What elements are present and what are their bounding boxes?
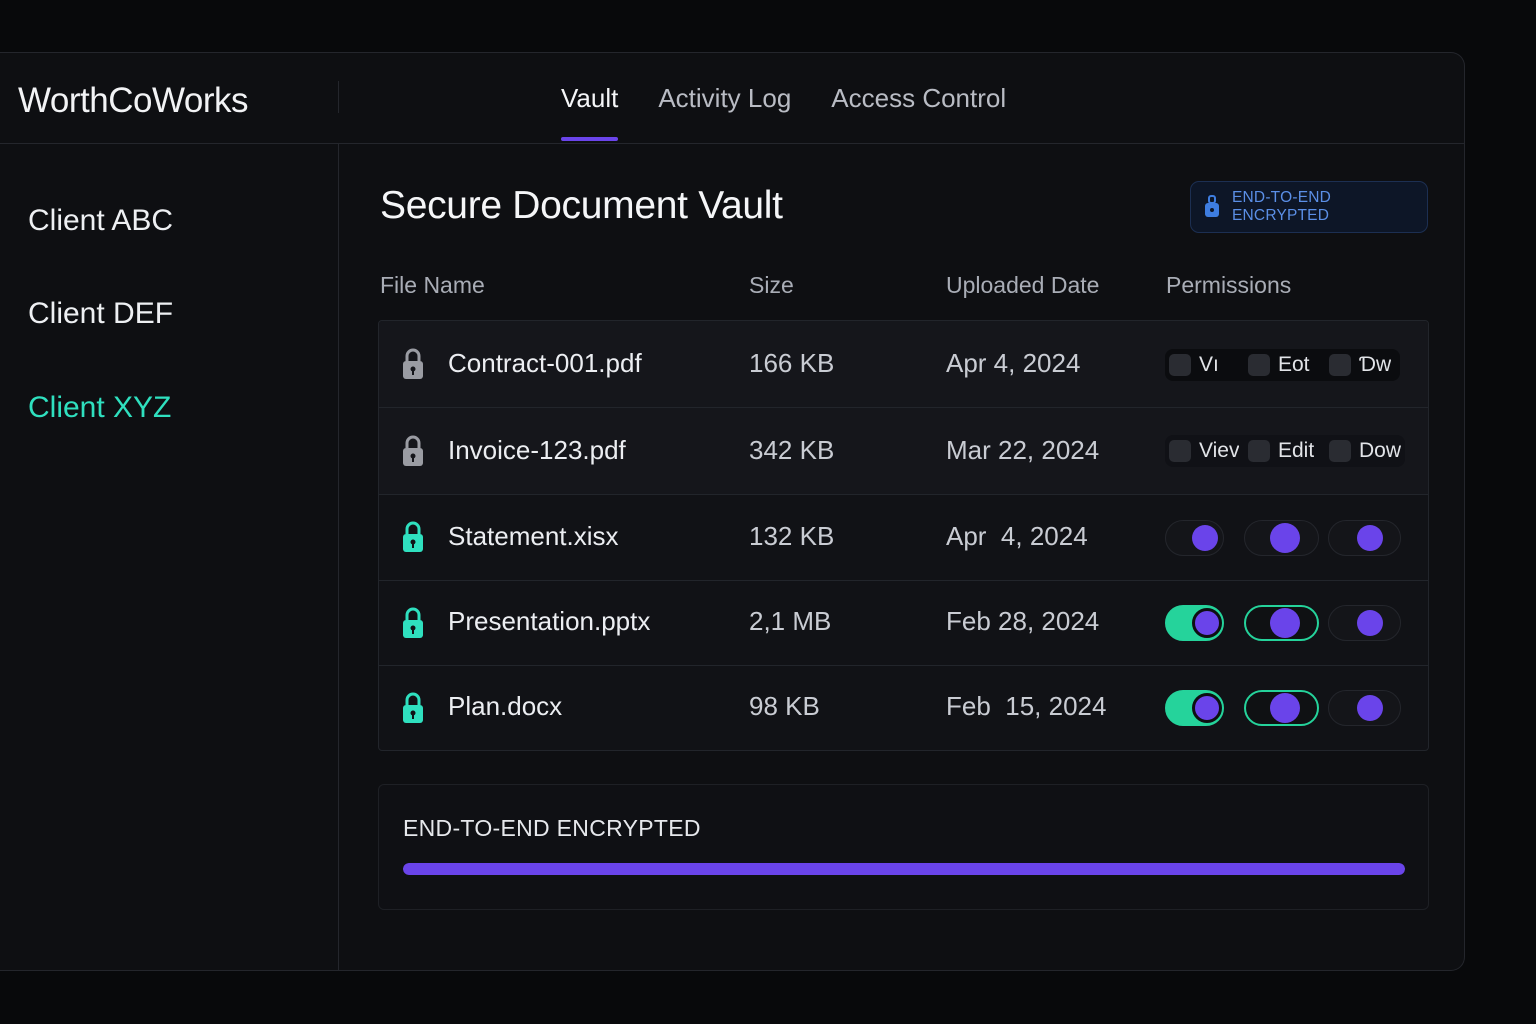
checkbox[interactable] [1248, 440, 1270, 462]
encryption-progress-fill [403, 863, 1405, 875]
edit-permission-checkbox[interactable]: Eot [1248, 349, 1310, 381]
lock-open-icon [401, 607, 425, 644]
permission-checkboxes: Viev Edit Dow [1165, 435, 1405, 467]
checkbox-label: Viev [1199, 439, 1240, 462]
column-header-permissions: Permissions [1166, 272, 1292, 298]
top-navigation-bar: WorthCoWorks Vault Activity Log Access C… [0, 53, 1464, 144]
checkbox[interactable] [1329, 354, 1351, 376]
checkbox[interactable] [1329, 440, 1351, 462]
sidebar-item-client-xyz[interactable]: Client XYZ [28, 391, 171, 425]
lock-open-icon [401, 521, 425, 558]
toggle-knob [1270, 693, 1300, 723]
table-row[interactable]: Statement.xisx 132 KB Apr 4, 2024 [379, 495, 1428, 581]
lock-closed-icon [401, 348, 425, 385]
download-permission-checkbox[interactable]: Ɗw [1329, 349, 1391, 381]
encryption-status-card: END-TO-END ENCRYPTED [378, 784, 1429, 910]
file-name[interactable]: Plan.docx [448, 691, 562, 722]
column-header-size[interactable]: Size [749, 272, 794, 299]
lock-icon [1204, 195, 1220, 219]
encryption-badge-label: END-TO-END ENCRYPTED [1232, 189, 1332, 224]
column-header-file-name[interactable]: File Name [380, 272, 485, 299]
file-size: 132 KB [749, 521, 835, 551]
encryption-status-label: END-TO-END ENCRYPTED [403, 815, 701, 841]
file-name[interactable]: Contract-001.pdf [448, 348, 642, 379]
view-permission-checkbox[interactable]: Viev [1169, 435, 1239, 467]
view-permission-toggle[interactable] [1165, 520, 1224, 556]
toggle-knob [1192, 693, 1222, 723]
view-permission-toggle[interactable] [1165, 605, 1224, 641]
view-permission-toggle[interactable] [1165, 690, 1224, 726]
tab-vault[interactable]: Vault [561, 53, 619, 144]
main-content: Secure Document Vault END-TO-END ENCRYPT… [339, 144, 1464, 970]
checkbox[interactable] [1169, 440, 1191, 462]
file-size: 342 KB [749, 435, 835, 465]
documents-table: Contract-001.pdf 166 KB Apr 4, 2024 Vı E… [378, 320, 1429, 751]
download-permission-toggle[interactable] [1328, 520, 1401, 556]
brand-divider [338, 81, 339, 113]
file-size: 98 KB [749, 691, 820, 721]
upload-date: Mar 22, 2024 [946, 435, 1100, 465]
download-permission-toggle[interactable] [1328, 690, 1401, 726]
file-name[interactable]: Presentation.pptx [448, 606, 650, 637]
checkbox-label: Ɗw [1359, 353, 1392, 376]
column-header-uploaded-date[interactable]: Uploaded Date [946, 272, 1099, 299]
toggle-knob [1270, 523, 1300, 553]
encryption-progress-bar [403, 863, 1405, 875]
page-title: Secure Document Vault [380, 184, 783, 227]
file-name[interactable]: Invoice-123.pdf [448, 435, 626, 466]
checkbox-label: Eot [1278, 353, 1310, 376]
table-row[interactable]: Plan.docx 98 KB Feb 15, 2024 [379, 666, 1428, 750]
tab-bar: Vault Activity Log Access Control [561, 53, 1046, 144]
file-size: 166 KB [749, 348, 835, 378]
sidebar-item-client-def[interactable]: Client DEF [28, 297, 173, 331]
edit-permission-toggle[interactable] [1244, 520, 1319, 556]
sidebar-item-client-abc[interactable]: Client ABC [28, 204, 173, 238]
upload-date: Feb 28, 2024 [946, 606, 1100, 636]
tab-activity-log[interactable]: Activity Log [658, 53, 791, 144]
checkbox-label: Dow [1359, 439, 1402, 462]
toggle-knob [1192, 608, 1222, 638]
lock-open-icon [401, 692, 425, 729]
file-name[interactable]: Statement.xisx [448, 521, 619, 552]
table-row[interactable]: Presentation.pptx 2,1 MB Feb 28, 2024 [379, 581, 1428, 666]
checkbox-label: Vı [1199, 353, 1219, 376]
edit-permission-checkbox[interactable]: Edit [1248, 435, 1314, 467]
download-permission-checkbox[interactable]: Dow [1329, 435, 1401, 467]
checkbox-label: Edit [1278, 439, 1315, 462]
download-permission-toggle[interactable] [1328, 605, 1401, 641]
client-sidebar: Client ABC Client DEF Client XYZ [0, 144, 339, 970]
upload-date: Apr 4, 2024 [946, 348, 1081, 378]
upload-date: Apr 4, 2024 [946, 521, 1088, 551]
toggle-knob [1357, 610, 1383, 636]
permission-checkboxes: Vı Eot Ɗw [1165, 349, 1400, 381]
encryption-badge: END-TO-END ENCRYPTED [1190, 181, 1428, 233]
view-permission-checkbox[interactable]: Vı [1169, 349, 1219, 381]
tab-access-control[interactable]: Access Control [831, 53, 1006, 144]
edit-permission-toggle[interactable] [1244, 690, 1319, 726]
table-row[interactable]: Invoice-123.pdf 342 KB Mar 22, 2024 Viev… [379, 408, 1428, 495]
table-row[interactable]: Contract-001.pdf 166 KB Apr 4, 2024 Vı E… [379, 321, 1428, 408]
toggle-knob [1357, 525, 1383, 551]
toggle-knob [1357, 695, 1383, 721]
edit-permission-toggle[interactable] [1244, 605, 1319, 641]
lock-closed-icon [401, 435, 425, 472]
toggle-knob [1192, 525, 1218, 551]
toggle-knob [1270, 608, 1300, 638]
checkbox[interactable] [1248, 354, 1270, 376]
checkbox[interactable] [1169, 354, 1191, 376]
upload-date: Feb 15, 2024 [946, 691, 1107, 721]
brand-logo: WorthCoWorks [18, 81, 248, 120]
file-size: 2,1 MB [749, 606, 832, 636]
app-window: WorthCoWorks Vault Activity Log Access C… [0, 52, 1465, 971]
